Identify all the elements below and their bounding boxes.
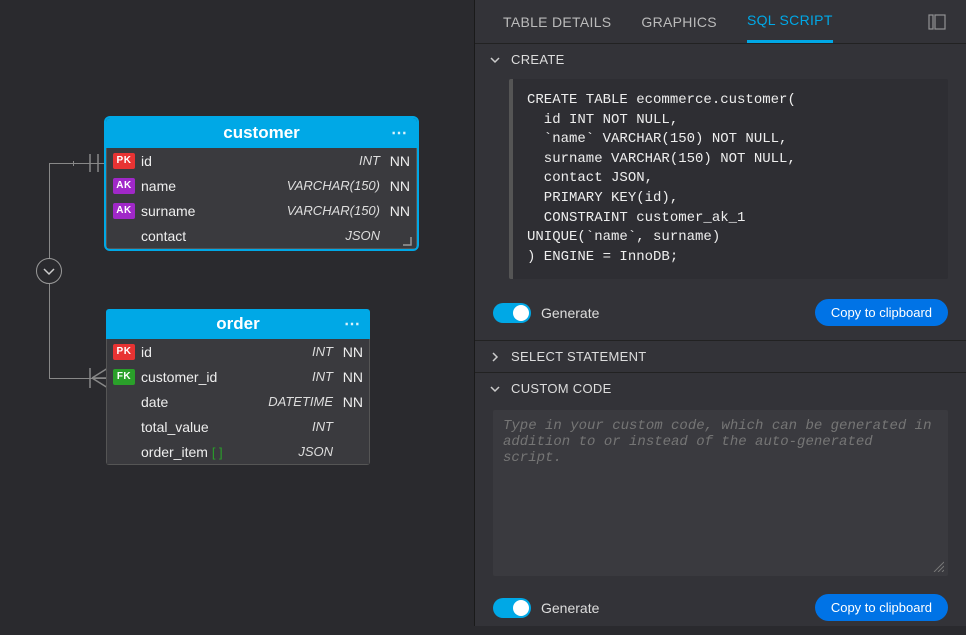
fk-badge: FK [113,369,135,385]
badge-empty [113,444,135,460]
badge-empty [113,228,135,244]
entity-header[interactable]: customer ⋯ [106,118,417,148]
copy-to-clipboard-button[interactable]: Copy to clipboard [815,299,948,326]
section-title: CUSTOM CODE [511,381,612,396]
toggle-label: Generate [541,600,815,616]
entity-customer[interactable]: customer ⋯ PK id INT NN AK name VARCHAR(… [106,118,417,249]
column-type: VARCHAR(150) [261,203,381,218]
section-header-create[interactable]: CREATE [475,44,966,75]
entity-title: customer [223,123,300,142]
erd-canvas[interactable]: customer ⋯ PK id INT NN AK name VARCHAR(… [0,0,474,626]
panel-tabs: TABLE DETAILS GRAPHICS SQL SCRIPT [475,0,966,44]
column-row[interactable]: FK customer_id INT NN [107,364,369,389]
entity-menu-icon[interactable]: ⋯ [391,123,407,143]
column-name: order_item [ ] [141,444,237,460]
entity-order[interactable]: order ⋯ PK id INT NN FK customer_id INT … [106,309,370,465]
column-type: INT [261,153,381,168]
column-row[interactable]: PK id INT NN [107,339,369,364]
column-nn: NN [380,153,410,169]
column-name: customer_id [141,369,237,385]
chevron-down-icon [42,264,56,278]
column-nn: NN [380,203,410,219]
column-type: INT [237,419,333,434]
column-nn: NN [333,344,363,360]
badge-empty [113,419,135,435]
column-row[interactable]: AK surname VARCHAR(150) NN [107,198,416,223]
chevron-down-icon [489,383,501,395]
column-row[interactable]: contact JSON [107,223,416,248]
tab-graphics[interactable]: GRAPHICS [641,2,717,42]
column-type: VARCHAR(150) [261,178,381,193]
column-type: DATETIME [237,394,333,409]
copy-to-clipboard-button[interactable]: Copy to clipboard [815,594,948,621]
ak-badge: AK [113,178,135,194]
column-name: id [141,153,261,169]
column-name: id [141,344,237,360]
sql-code-block[interactable]: CREATE TABLE ecommerce.customer( id INT … [509,79,948,279]
entity-header[interactable]: order ⋯ [106,309,370,339]
column-row[interactable]: order_item [ ] JSON [107,439,369,464]
column-row[interactable]: total_value INT [107,414,369,439]
column-name: date [141,394,237,410]
column-row[interactable]: AK name VARCHAR(150) NN [107,173,416,198]
column-row[interactable]: date DATETIME NN [107,389,369,414]
relationship-endpoint [73,161,74,166]
column-name: surname [141,203,261,219]
entity-menu-icon[interactable]: ⋯ [344,314,360,334]
resize-handle-icon [402,236,412,246]
column-type: INT [237,344,333,359]
column-nn: NN [333,369,363,385]
panel-layout-icon[interactable] [928,13,946,31]
tab-table-details[interactable]: TABLE DETAILS [503,2,611,42]
section-header-custom[interactable]: CUSTOM CODE [475,373,966,404]
entity-title: order [216,314,259,333]
section-select: SELECT STATEMENT [475,341,966,373]
ak-badge: AK [113,203,135,219]
badge-empty [113,394,135,410]
section-footer: Generate Copy to clipboard [475,291,966,340]
chevron-down-icon [489,54,501,66]
column-nn: NN [380,178,410,194]
pk-badge: PK [113,344,135,360]
brackets: [ ] [212,445,223,460]
custom-code-textarea[interactable] [493,410,948,576]
column-name: name [141,178,261,194]
column-type: JSON [261,228,381,243]
pk-badge: PK [113,153,135,169]
toggle-label: Generate [541,305,815,321]
section-title: CREATE [511,52,565,67]
column-type: INT [237,369,333,384]
column-nn: NN [333,394,363,410]
side-panel: TABLE DETAILS GRAPHICS SQL SCRIPT CREATE… [474,0,966,626]
tab-sql-script[interactable]: SQL SCRIPT [747,0,833,43]
chevron-right-icon [489,351,501,363]
section-header-select[interactable]: SELECT STATEMENT [475,341,966,372]
column-name: total_value [141,419,237,435]
relationship-line [49,378,107,379]
column-type: JSON [237,444,333,459]
column-row[interactable]: PK id INT NN [107,148,416,173]
generate-toggle[interactable] [493,303,531,323]
column-name: contact [141,228,261,244]
section-footer: Generate Copy to clipboard [475,586,966,635]
section-title: SELECT STATEMENT [511,349,647,364]
section-custom-code: CUSTOM CODE Generate Copy to clipboard [475,373,966,635]
relationship-toggle[interactable] [36,258,62,284]
generate-toggle[interactable] [493,598,531,618]
section-create: CREATE CREATE TABLE ecommerce.customer( … [475,44,966,341]
